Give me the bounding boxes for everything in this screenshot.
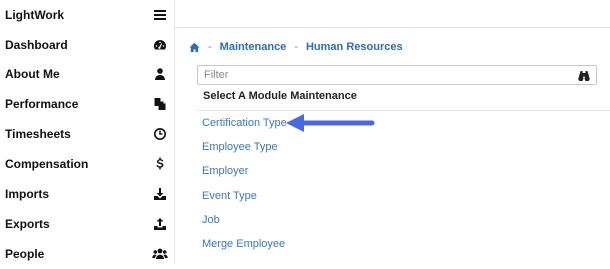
sidebar-item-label: Dashboard <box>5 38 68 52</box>
user-icon <box>152 66 168 82</box>
sidebar-item-label: Imports <box>5 187 50 201</box>
sidebar-item-label: About Me <box>5 67 60 81</box>
module-link-merge-employee[interactable]: Merge Employee <box>202 238 285 250</box>
binoculars-search-icon[interactable] <box>578 70 590 81</box>
module-link-event-type[interactable]: Event Type <box>202 190 257 202</box>
home-icon[interactable] <box>189 42 200 53</box>
sidebar-item-compensation[interactable]: Compensation <box>0 149 174 179</box>
sidebar-item-label: Compensation <box>5 157 89 171</box>
sidebar-item-label: People <box>5 247 45 261</box>
sidebar-item-exports[interactable]: Exports <box>0 209 174 239</box>
dashboard-gauge-icon <box>152 37 168 53</box>
breadcrumb-separator: - <box>294 41 298 53</box>
breadcrumb-maintenance[interactable]: Maintenance <box>220 41 287 53</box>
filter-input[interactable] <box>204 69 578 81</box>
app-title: LightWork <box>5 8 65 22</box>
sidebar-item-imports[interactable]: Imports <box>0 179 174 209</box>
annotation-arrow <box>286 114 375 132</box>
users-icon <box>152 246 168 262</box>
sidebar-item-label: Performance <box>5 97 79 111</box>
download-icon <box>152 186 168 202</box>
dollar-icon <box>152 156 168 172</box>
module-list-header: Select A Module Maintenance <box>203 90 357 102</box>
top-bar <box>175 0 610 28</box>
module-link-employer[interactable]: Employer <box>202 165 248 177</box>
sidebar-item-people[interactable]: People <box>0 239 174 269</box>
sidebar-item-about-me[interactable]: About Me <box>0 59 174 89</box>
copy-icon <box>152 96 168 112</box>
sidebar-item-label: Timesheets <box>5 127 71 141</box>
divider <box>197 110 610 111</box>
sidebar-item-timesheets[interactable]: Timesheets <box>0 119 174 149</box>
hamburger-menu-icon[interactable] <box>152 7 168 23</box>
filter-box <box>197 65 597 85</box>
breadcrumb-separator: - <box>208 41 212 53</box>
module-link-certification-type[interactable]: Certification Type <box>202 117 287 129</box>
sidebar-item-label: Exports <box>5 217 50 231</box>
module-link-job[interactable]: Job <box>202 214 220 226</box>
module-link-employee-type[interactable]: Employee Type <box>202 141 278 153</box>
sidebar-item-performance[interactable]: Performance <box>0 89 174 119</box>
breadcrumb: - Maintenance - Human Resources <box>189 39 403 55</box>
sidebar-header: LightWork <box>0 0 174 30</box>
sidebar: LightWork Dashboard About Me Performance… <box>0 0 175 264</box>
upload-icon <box>152 216 168 232</box>
breadcrumb-human-resources[interactable]: Human Resources <box>306 41 403 53</box>
clock-icon <box>152 126 168 142</box>
sidebar-item-dashboard[interactable]: Dashboard <box>0 30 174 60</box>
